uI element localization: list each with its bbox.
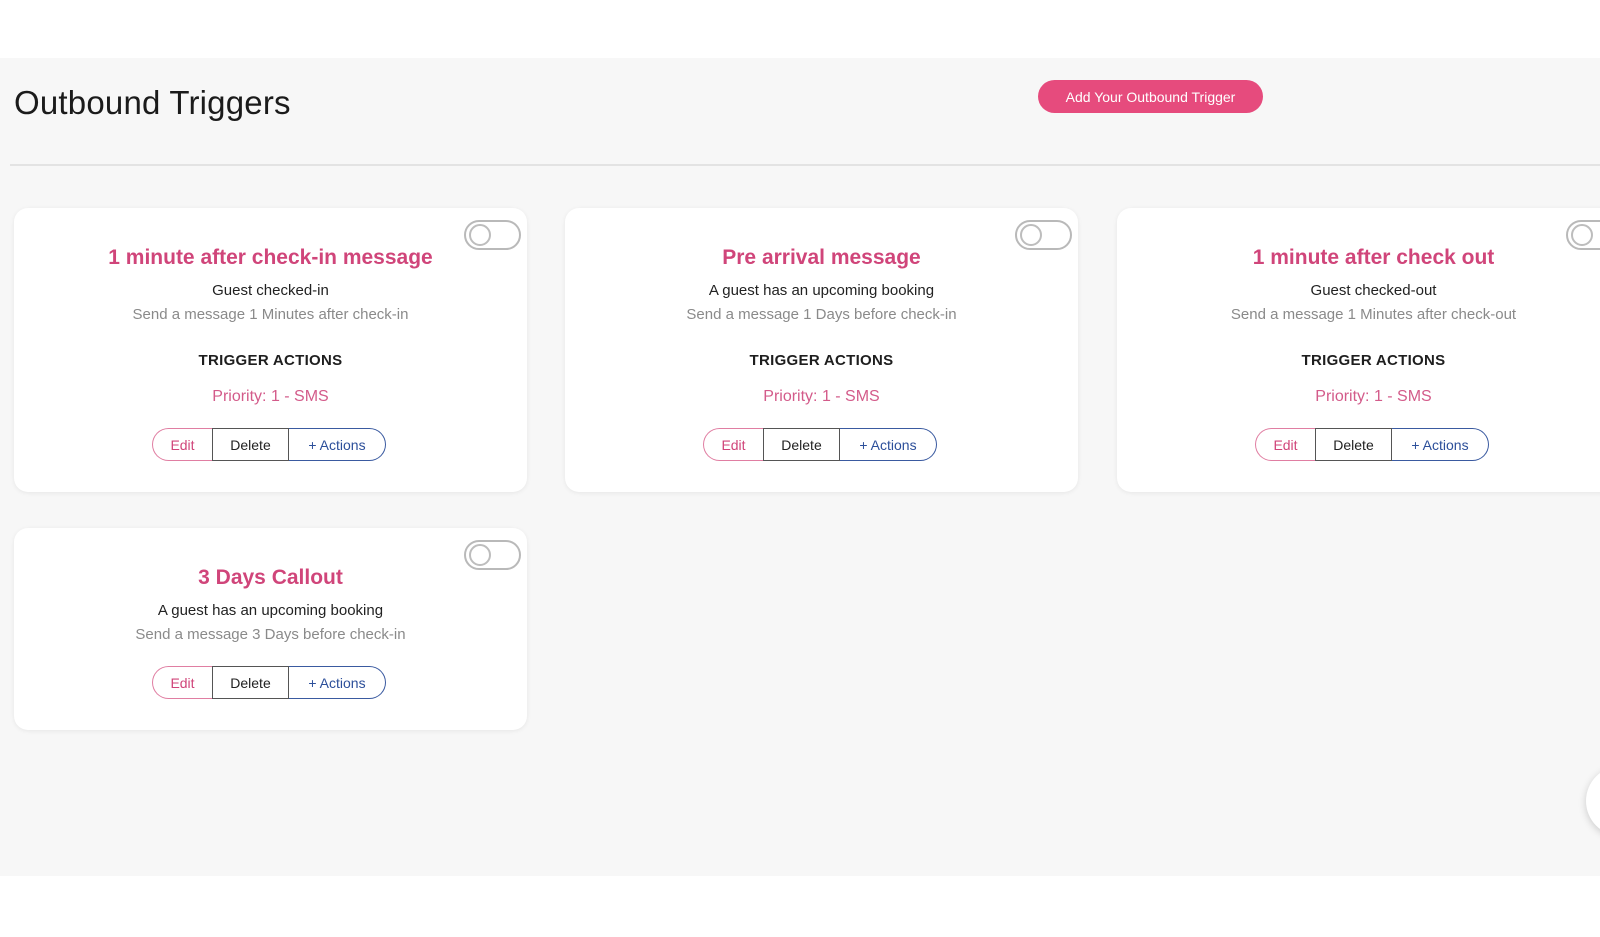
trigger-title: 1 minute after check out [1252, 246, 1495, 269]
add-actions-button[interactable]: + Actions [289, 428, 386, 461]
trigger-description: Send a message 1 Minutes after check-out [1230, 306, 1517, 323]
card-button-group: Edit Delete + Actions [1255, 428, 1489, 461]
add-actions-button[interactable]: + Actions [1392, 428, 1489, 461]
toggle-knob [1571, 224, 1593, 246]
floating-action-button[interactable] [1586, 766, 1600, 836]
delete-button[interactable]: Delete [212, 428, 289, 461]
trigger-card: 1 minute after check out Guest checked-o… [1117, 208, 1600, 492]
add-outbound-trigger-button[interactable]: Add Your Outbound Trigger [1038, 80, 1263, 113]
trigger-card: 1 minute after check-in message Guest ch… [14, 208, 527, 492]
trigger-priority[interactable]: Priority: 1 - SMS [1117, 388, 1600, 406]
edit-button[interactable]: Edit [703, 428, 763, 461]
toggle-knob [469, 224, 491, 246]
trigger-description: Send a message 1 Minutes after check-in [132, 306, 409, 323]
delete-button[interactable]: Delete [1315, 428, 1392, 461]
trigger-description: Send a message 1 Days before check-in [686, 306, 957, 323]
header-divider [10, 164, 1600, 166]
trigger-title: 1 minute after check-in message [108, 246, 433, 269]
edit-button[interactable]: Edit [1255, 428, 1315, 461]
trigger-actions-heading: TRIGGER ACTIONS [198, 352, 343, 369]
trigger-event: A guest has an upcoming booking [157, 602, 384, 619]
trigger-card: Pre arrival message A guest has an upcom… [565, 208, 1078, 492]
add-actions-button[interactable]: + Actions [840, 428, 937, 461]
trigger-event: Guest checked-in [212, 282, 329, 299]
add-actions-button[interactable]: + Actions [289, 666, 386, 699]
trigger-card: 3 Days Callout A guest has an upcoming b… [14, 528, 527, 730]
trigger-title: 3 Days Callout [198, 566, 343, 589]
card-button-group: Edit Delete + Actions [703, 428, 937, 461]
trigger-actions-heading: TRIGGER ACTIONS [1301, 352, 1446, 369]
delete-button[interactable]: Delete [212, 666, 289, 699]
trigger-priority[interactable]: Priority: 1 - SMS [14, 388, 527, 406]
trigger-priority[interactable]: Priority: 1 - SMS [565, 388, 1078, 406]
main-panel: Outbound Triggers Add Your Outbound Trig… [0, 58, 1600, 876]
edit-button[interactable]: Edit [152, 666, 212, 699]
trigger-event: Guest checked-out [1310, 282, 1437, 299]
card-button-group: Edit Delete + Actions [152, 428, 386, 461]
card-button-group: Edit Delete + Actions [152, 666, 386, 699]
trigger-description: Send a message 3 Days before check-in [135, 626, 406, 643]
trigger-actions-heading: TRIGGER ACTIONS [749, 352, 894, 369]
page-title: Outbound Triggers [14, 84, 291, 121]
toggle-knob [1020, 224, 1042, 246]
trigger-event: A guest has an upcoming booking [708, 282, 935, 299]
edit-button[interactable]: Edit [152, 428, 212, 461]
delete-button[interactable]: Delete [763, 428, 840, 461]
toggle-knob [469, 544, 491, 566]
trigger-title: Pre arrival message [722, 246, 921, 269]
